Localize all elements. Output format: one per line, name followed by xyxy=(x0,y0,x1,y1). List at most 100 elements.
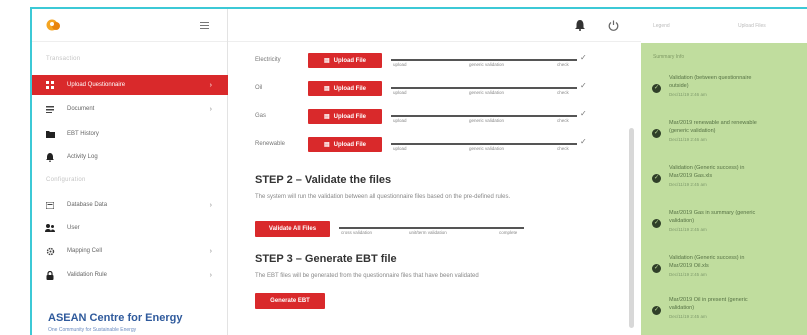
sidebar-header xyxy=(32,9,227,42)
right-panel-header: Legend Upload Files xyxy=(641,9,807,42)
check-icon: ✓ xyxy=(580,137,587,146)
right-header-legend[interactable]: Legend xyxy=(653,23,670,29)
step2-title: STEP 2 – Validate the files xyxy=(255,174,392,186)
notification-bell-icon[interactable] xyxy=(575,20,585,31)
step2-description: The system will run the validation betwe… xyxy=(255,194,511,200)
notification-text: validation) xyxy=(669,218,695,224)
sidebar-item-label: User xyxy=(67,225,80,231)
bell-icon xyxy=(45,152,55,162)
progress-stage-upload: upload xyxy=(393,146,407,151)
notification-item[interactable]: ✓ Validation (between questionnaire outs… xyxy=(641,71,807,113)
right-header-upload-files[interactable]: Upload Files xyxy=(738,23,766,29)
upload-row-label: Electricity xyxy=(255,57,281,63)
folder-icon xyxy=(45,129,55,139)
section-label-transaction: Transaction xyxy=(46,56,81,62)
chevron-right-icon: › xyxy=(209,81,212,89)
sidebar-item-validation-rule[interactable]: Validation Rule › xyxy=(32,265,228,285)
progress-stage-generic-validation: generic validation xyxy=(469,62,505,67)
brand-tagline: One Community for Sustainable Energy xyxy=(48,327,137,333)
upload-file-button[interactable]: ▤ Upload File xyxy=(308,109,382,124)
check-circle-icon: ✓ xyxy=(652,264,661,273)
gear-icon xyxy=(45,246,55,256)
power-icon[interactable] xyxy=(608,20,619,31)
upload-row-renewable: Renewable ▤ Upload File upload generic v… xyxy=(228,135,628,157)
upload-row-label: Oil xyxy=(255,85,263,91)
sidebar-item-upload-questionnaire[interactable]: Upload Questionnaire › xyxy=(32,75,228,95)
top-bar xyxy=(228,9,641,42)
notification-timestamp: Dec/11/19 2:45 am xyxy=(669,272,707,277)
upload-file-button[interactable]: ▤ Upload File xyxy=(308,137,382,152)
check-icon: ✓ xyxy=(580,81,587,90)
notification-text: Validation (Generic success) in xyxy=(669,255,745,261)
notification-item[interactable]: ✓ Mar/2019 renewable and renewable (gene… xyxy=(641,116,807,158)
progress-track xyxy=(339,227,524,229)
notification-timestamp: Dec/11/19 2:45 am xyxy=(669,182,707,187)
check-circle-icon: ✓ xyxy=(652,84,661,93)
progress-stage-cross-validation: cross validation xyxy=(341,230,373,235)
step3-description: The EBT files will be generated from the… xyxy=(255,273,479,279)
document-icon xyxy=(45,104,55,114)
file-icon: ▤ xyxy=(323,142,330,148)
progress-stage-generic-validation: generic validation xyxy=(469,146,505,151)
progress-stage-check: check xyxy=(557,118,569,123)
progress-stage-unit-validation: unit/term validation xyxy=(409,230,447,235)
content-scrollbar[interactable] xyxy=(629,128,634,328)
brand-name: ASEAN Centre for Energy xyxy=(48,312,183,324)
check-icon: ✓ xyxy=(580,109,587,118)
notification-timestamp: Dec/11/19 2:45 am xyxy=(669,227,707,232)
sidebar-item-activity-log[interactable]: Activity Log xyxy=(32,147,228,167)
sidebar-item-label: Validation Rule xyxy=(67,272,107,278)
step3-title: STEP 3 – Generate EBT file xyxy=(255,253,397,265)
generate-ebt-button[interactable]: Generate EBT xyxy=(255,293,325,309)
file-icon: ▤ xyxy=(323,86,330,92)
upload-row-oil: Oil ▤ Upload File upload generic validat… xyxy=(228,79,628,101)
upload-progress: upload generic validation check ✓ xyxy=(391,81,591,97)
logo-icon[interactable] xyxy=(46,18,62,32)
lock-icon xyxy=(45,270,55,280)
upload-row-label: Renewable xyxy=(255,141,286,147)
notification-item[interactable]: ✓ Validation (Generic success) in Mar/20… xyxy=(641,161,807,203)
file-icon: ▤ xyxy=(323,58,330,64)
sidebar-item-label: Mapping Cell xyxy=(67,248,103,254)
upload-progress: upload generic validation check ✓ xyxy=(391,53,591,69)
upload-row-gas: Gas ▤ Upload File upload generic validat… xyxy=(228,107,628,129)
progress-stage-upload: upload xyxy=(393,90,407,95)
notification-timestamp: Dec/11/19 2:45 am xyxy=(669,314,707,319)
validate-all-files-button[interactable]: Validate All Files xyxy=(255,221,330,237)
grid-icon xyxy=(45,80,55,90)
app-window: Transaction Upload Questionnaire › Docum… xyxy=(30,7,807,335)
notification-text: validation) xyxy=(669,305,695,311)
sidebar-item-user[interactable]: User xyxy=(32,218,228,238)
progress-stage-check: check xyxy=(557,90,569,95)
sidebar-item-database-data[interactable]: Database Data › xyxy=(32,195,228,215)
notification-text: (generic validation) xyxy=(669,128,716,134)
notification-text: Validation (Generic success) in xyxy=(669,165,745,171)
upload-button-label: Upload File xyxy=(333,85,366,92)
sidebar-item-ebt-history[interactable]: EBT History xyxy=(32,124,228,144)
chevron-right-icon: › xyxy=(209,201,212,209)
notification-panel-title: Summary Info xyxy=(653,54,685,60)
notification-text: Mar/2019 Oil in present (generic xyxy=(669,297,748,303)
check-circle-icon: ✓ xyxy=(652,306,661,315)
progress-stage-upload: upload xyxy=(393,118,407,123)
notification-item[interactable]: ✓ Validation (Generic success) in Mar/20… xyxy=(641,251,807,293)
upload-button-label: Upload File xyxy=(333,57,366,64)
sidebar-item-document[interactable]: Document › xyxy=(32,99,228,119)
progress-stage-generic-validation: generic validation xyxy=(469,118,505,123)
menu-toggle-icon[interactable] xyxy=(200,22,209,29)
upload-button-label: Upload File xyxy=(333,113,366,120)
database-icon xyxy=(45,200,55,210)
notification-item[interactable]: ✓ Mar/2019 Oil in present (generic valid… xyxy=(641,293,807,335)
sidebar-item-label: Upload Questionnaire xyxy=(67,82,126,88)
notification-timestamp: Dec/11/19 2:46 am xyxy=(669,92,707,97)
notification-item[interactable]: ✓ Mar/2019 Gas in summary (generic valid… xyxy=(641,206,807,248)
upload-file-button[interactable]: ▤ Upload File xyxy=(308,53,382,68)
progress-stage-generic-validation: generic validation xyxy=(469,90,505,95)
check-circle-icon: ✓ xyxy=(652,129,661,138)
sidebar-item-mapping-cell[interactable]: Mapping Cell › xyxy=(32,241,228,261)
sidebar-item-label: Activity Log xyxy=(67,154,98,160)
upload-progress: upload generic validation check ✓ xyxy=(391,137,591,153)
upload-file-button[interactable]: ▤ Upload File xyxy=(308,81,382,96)
sidebar-item-label: Document xyxy=(67,106,95,112)
file-icon: ▤ xyxy=(323,114,330,120)
